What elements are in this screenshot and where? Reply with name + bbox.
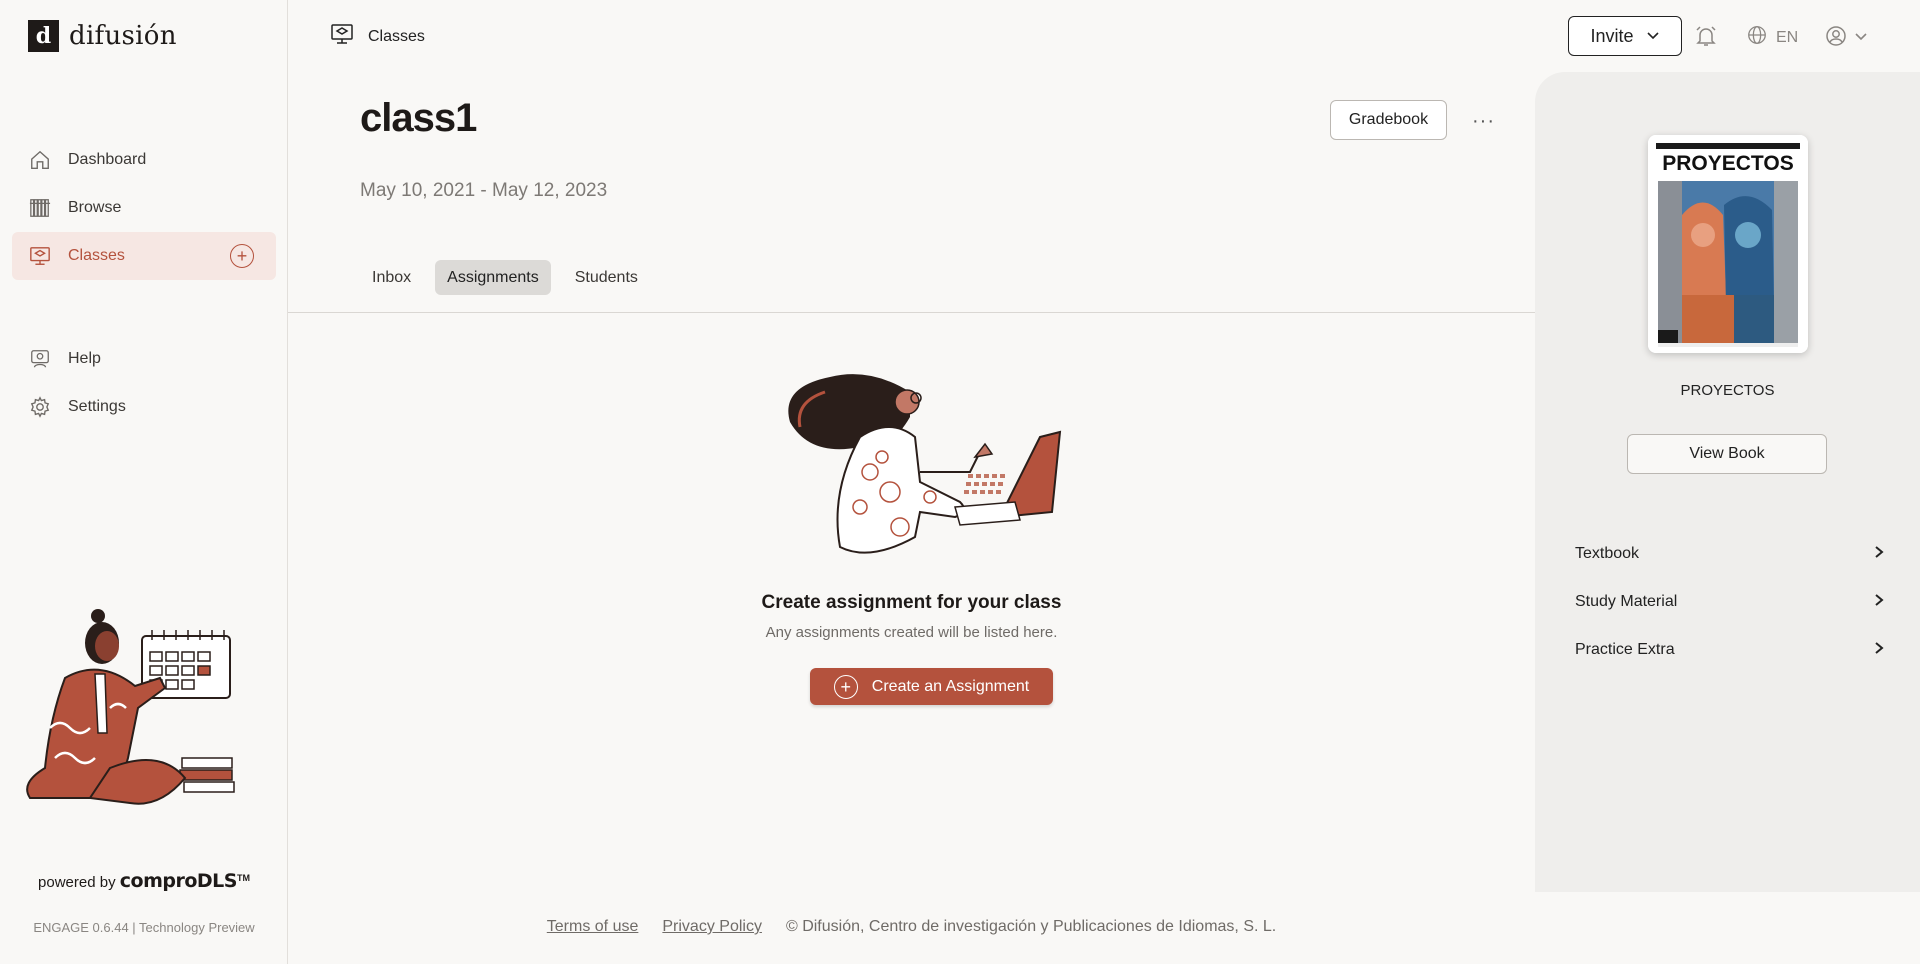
language-code: EN [1776,28,1799,46]
gear-icon [28,395,52,419]
chevron-right-icon [1873,593,1885,612]
book-title: PROYECTOS [1680,382,1775,399]
chevron-right-icon [1873,641,1885,660]
resource-label: Practice Extra [1575,641,1675,658]
tabs-divider [288,312,1535,313]
sidebar-item-label: Dashboard [68,151,147,168]
main-nav: Dashboard Browse Classes + [12,136,276,280]
language-selector[interactable]: EN [1746,24,1798,51]
empty-state-subtitle: Any assignments created will be listed h… [765,624,1058,641]
class-tabs: Inbox Assignments Students [360,260,650,295]
laptop-woman-illustration [770,362,1090,562]
terms-link[interactable]: Terms of use [547,918,639,936]
create-assignment-label: Create an Assignment [871,677,1030,695]
resource-item-practice-extra[interactable]: Practice Extra [1575,626,1885,674]
user-avatar-icon [1824,24,1848,53]
class-dates: May 10, 2021 - May 12, 2023 [360,180,608,201]
help-icon [28,347,52,371]
copyright-text: © Difusión, Centro de investigación y Pu… [785,918,1277,935]
sidebar-item-label: Settings [68,398,126,415]
trademark-symbol: TM [236,873,250,883]
classroom-icon [330,22,354,51]
view-book-button[interactable]: View Book [1627,434,1827,474]
resource-item-study-material[interactable]: Study Material [1575,578,1885,626]
empty-state-title: Create assignment for your class [761,592,1062,613]
powered-by-label: powered by [38,874,116,891]
user-menu[interactable] [1824,24,1868,53]
sidebar-item-settings[interactable]: Settings [12,383,276,431]
add-class-icon[interactable]: + [230,244,254,268]
more-options-icon[interactable]: ··· [1472,110,1495,133]
tab-students[interactable]: Students [563,260,650,295]
powered-by-brand: comproDLS [119,870,238,892]
gradebook-button[interactable]: Gradebook [1330,100,1447,140]
invite-label: Invite [1590,25,1634,46]
privacy-link[interactable]: Privacy Policy [662,918,762,936]
chevron-right-icon [1873,545,1885,564]
secondary-nav: Help Settings [12,335,276,431]
sidebar-item-label: Browse [68,199,122,216]
sidebar-item-help[interactable]: Help [12,335,276,383]
classroom-icon [28,244,52,268]
chevron-down-icon [1854,29,1868,48]
tab-assignments[interactable]: Assignments [435,260,551,295]
resource-label: Study Material [1575,593,1678,610]
sidebar: d difusión Dashboard Browse Classes + He… [0,0,288,964]
logo-mark: d [28,20,59,52]
version-text: ENGAGE 0.6.44 | Technology Preview [33,920,255,935]
bell-icon[interactable] [1694,24,1718,53]
sidebar-item-browse[interactable]: Browse [12,184,276,232]
book-resources-list: Textbook Study Material Practice Extra [1575,530,1885,674]
resource-item-textbook[interactable]: Textbook [1575,530,1885,578]
books-icon [28,196,52,220]
breadcrumb-label[interactable]: Classes [368,28,425,46]
book-cover-title: PROYECTOS [1662,152,1793,175]
tab-inbox[interactable]: Inbox [360,260,423,295]
sidebar-item-classes[interactable]: Classes + [12,232,276,280]
book-cover[interactable]: PROYECTOS [1648,135,1808,353]
logo-text: difusión [69,21,177,51]
chevron-down-icon [1646,26,1660,47]
book-panel: PROYECTOS PROYECTOS View Book Textbook S… [1535,72,1920,892]
page-title: class1 [360,96,477,140]
powered-by: powered by comproDLSTM [0,870,288,892]
breadcrumb: Classes [330,22,425,51]
invite-button[interactable]: Invite [1568,16,1682,56]
create-assignment-button[interactable]: + Create an Assignment [810,668,1053,705]
globe-icon [1746,24,1768,51]
brand-logo[interactable]: d difusión [28,20,177,52]
sidebar-item-dashboard[interactable]: Dashboard [12,136,276,184]
resource-label: Textbook [1575,545,1640,562]
calendar-woman-illustration [10,608,250,808]
sidebar-item-label: Classes [68,247,125,264]
home-icon [28,148,52,172]
plus-circle-icon: + [833,674,858,699]
sidebar-item-label: Help [68,350,101,367]
footer: Terms of use Privacy Policy © Difusión, … [288,918,1535,936]
